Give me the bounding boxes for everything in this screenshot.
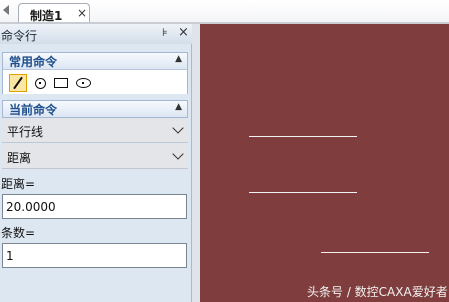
document-tab-strip: 制造1 × — [0, 0, 449, 24]
collapse-icon[interactable]: ▲ — [175, 54, 182, 64]
select-value: 平行线 — [7, 125, 44, 139]
pin-icon[interactable]: ⊧ — [162, 26, 168, 39]
circle-icon — [34, 77, 46, 89]
count-label: 条数= — [1, 226, 36, 240]
collapse-icon[interactable]: ▲ — [175, 102, 182, 112]
select-value: 距离 — [7, 151, 32, 165]
line-icon — [13, 76, 23, 90]
offset-method-select[interactable]: 距离 — [2, 144, 188, 169]
rectangle-icon — [54, 78, 68, 88]
rectangle-tool-button[interactable] — [52, 74, 70, 92]
section-header[interactable]: 常用命令 ▲ — [3, 53, 187, 70]
panel-header: 命令行 ⊧ × — [0, 24, 192, 44]
panel-title: 命令行 — [1, 29, 38, 43]
drawing-canvas[interactable]: 头条号 / 数控CAXA爱好者 — [200, 24, 449, 302]
ellipse-tool-button[interactable] — [74, 74, 92, 92]
distance-input[interactable] — [2, 194, 187, 219]
line-tool-button[interactable] — [9, 74, 27, 92]
parallel-line[interactable] — [249, 136, 357, 137]
count-input[interactable] — [2, 243, 187, 268]
scroll-left-icon[interactable] — [3, 5, 9, 15]
ellipse-icon — [75, 78, 91, 88]
chevron-down-icon — [172, 122, 184, 134]
command-panel: 命令行 ⊧ × 常用命令 ▲ 当前命令 ▲ 平行线 距离 距离= 20.0000… — [0, 24, 192, 302]
tool-row — [3, 70, 187, 94]
common-commands-section: 常用命令 ▲ — [2, 52, 188, 94]
parallel-line[interactable] — [249, 192, 357, 193]
panel-splitter[interactable] — [192, 24, 200, 302]
line-mode-select[interactable]: 平行线 — [2, 118, 188, 143]
section-title: 当前命令 — [9, 103, 58, 117]
section-header[interactable]: 当前命令 ▲ — [2, 100, 188, 118]
tab-manufacturing-1[interactable]: 制造1 × — [18, 3, 90, 24]
close-icon[interactable]: × — [77, 6, 87, 20]
chevron-down-icon — [172, 148, 184, 160]
parallel-line[interactable] — [321, 252, 429, 253]
distance-label: 距离= — [1, 177, 36, 191]
close-icon[interactable]: × — [178, 25, 189, 40]
section-title: 常用命令 — [9, 55, 58, 69]
circle-tool-button[interactable] — [31, 74, 49, 92]
watermark-text: 头条号 / 数控CAXA爱好者 — [307, 285, 448, 299]
